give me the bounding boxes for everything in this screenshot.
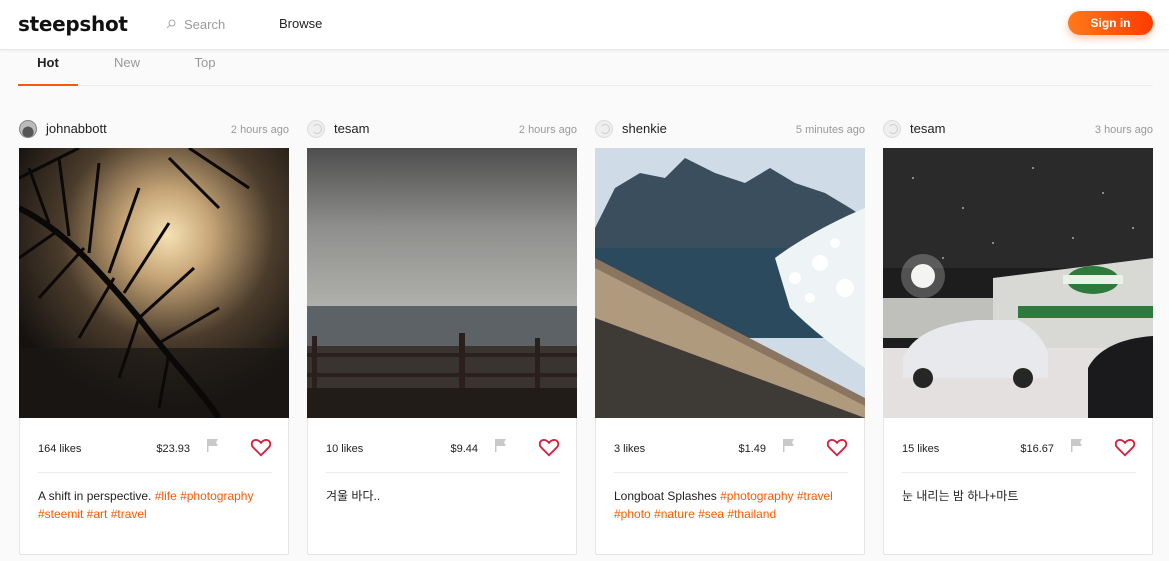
heart-icon[interactable] <box>826 436 848 458</box>
post-photo[interactable] <box>595 148 865 418</box>
heart-icon[interactable] <box>1114 436 1136 458</box>
post-header: tesam 3 hours ago <box>883 116 1153 142</box>
tab-hot[interactable]: Hot <box>18 55 78 86</box>
search-box[interactable]: Search <box>166 15 225 33</box>
post-time: 2 hours ago <box>518 124 577 136</box>
tab-new[interactable]: New <box>100 55 154 86</box>
browse-link[interactable]: Browse <box>279 16 322 31</box>
post-header: shenkie 5 minutes ago <box>595 116 865 142</box>
post-text: 눈 내리는 밤 하나+마트 <box>902 489 1019 503</box>
post-description: 겨울 바다.. <box>326 487 560 505</box>
author-name[interactable]: johnabbott <box>46 121 107 136</box>
payout-amount: $1.49 <box>738 443 766 455</box>
post-time: 2 hours ago <box>230 124 289 136</box>
flag-icon[interactable] <box>204 436 224 456</box>
post-stats: 15 likes $16.67 <box>902 431 1136 473</box>
steepshot-logo[interactable]: steepshot <box>18 12 128 36</box>
post-card: johnabbott 2 hours ago 164 likes $23.93 … <box>19 116 289 556</box>
heart-icon[interactable] <box>250 436 272 458</box>
post-description: Longboat Splashes #photography #travel #… <box>614 487 848 523</box>
post-time: 3 hours ago <box>1094 124 1153 136</box>
post-card: tesam 2 hours ago 10 likes $9.44 겨울 바다.. <box>307 116 577 556</box>
search-placeholder: Search <box>184 16 226 32</box>
post-description: 눈 내리는 밤 하나+마트 <box>902 487 1136 505</box>
feed-tabs: Hot New Top <box>18 52 1153 86</box>
avatar[interactable] <box>307 120 325 138</box>
post-body: 10 likes $9.44 겨울 바다.. <box>307 148 577 555</box>
post-text: Longboat Splashes <box>614 489 721 503</box>
post-header: johnabbott 2 hours ago <box>19 116 289 142</box>
top-header: steepshot Search Browse Sign in <box>0 0 1169 50</box>
author-name[interactable]: tesam <box>910 121 945 136</box>
post-photo[interactable] <box>307 148 577 418</box>
payout-amount: $23.93 <box>156 443 190 455</box>
heart-icon[interactable] <box>538 436 560 458</box>
author-name[interactable]: shenkie <box>622 121 667 136</box>
flag-icon[interactable] <box>1068 436 1088 456</box>
post-card: shenkie 5 minutes ago 3 likes $1.49 Long… <box>595 116 865 556</box>
post-text: A shift in perspective. <box>38 489 155 503</box>
post-header: tesam 2 hours ago <box>307 116 577 142</box>
post-body: 164 likes $23.93 A shift in perspective.… <box>19 148 289 555</box>
post-stats: 10 likes $9.44 <box>326 431 560 473</box>
likes-count[interactable]: 3 likes <box>614 443 645 455</box>
post-text: 겨울 바다.. <box>326 489 381 503</box>
payout-amount: $9.44 <box>450 443 478 455</box>
post-body: 15 likes $16.67 눈 내리는 밤 하나+마트 <box>883 148 1153 555</box>
flag-icon[interactable] <box>492 436 512 456</box>
post-stats: 164 likes $23.93 <box>38 431 272 473</box>
avatar[interactable] <box>595 120 613 138</box>
likes-count[interactable]: 164 likes <box>38 443 81 455</box>
flag-icon[interactable] <box>780 436 800 456</box>
avatar[interactable] <box>19 120 37 138</box>
post-body: 3 likes $1.49 Longboat Splashes #photogr… <box>595 148 865 555</box>
sign-in-button[interactable]: Sign in <box>1068 11 1153 35</box>
post-photo[interactable] <box>19 148 289 418</box>
avatar[interactable] <box>883 120 901 138</box>
likes-count[interactable]: 15 likes <box>902 443 939 455</box>
post-description: A shift in perspective. #life #photograp… <box>38 487 272 523</box>
author-name[interactable]: tesam <box>334 121 369 136</box>
post-time: 5 minutes ago <box>795 124 865 136</box>
search-icon <box>166 19 176 29</box>
post-photo[interactable] <box>883 148 1153 418</box>
post-stats: 3 likes $1.49 <box>614 431 848 473</box>
payout-amount: $16.67 <box>1020 443 1054 455</box>
post-card: tesam 3 hours ago 15 likes $16.67 눈 내리는 … <box>883 116 1153 556</box>
tab-top[interactable]: Top <box>180 55 230 86</box>
likes-count[interactable]: 10 likes <box>326 443 363 455</box>
